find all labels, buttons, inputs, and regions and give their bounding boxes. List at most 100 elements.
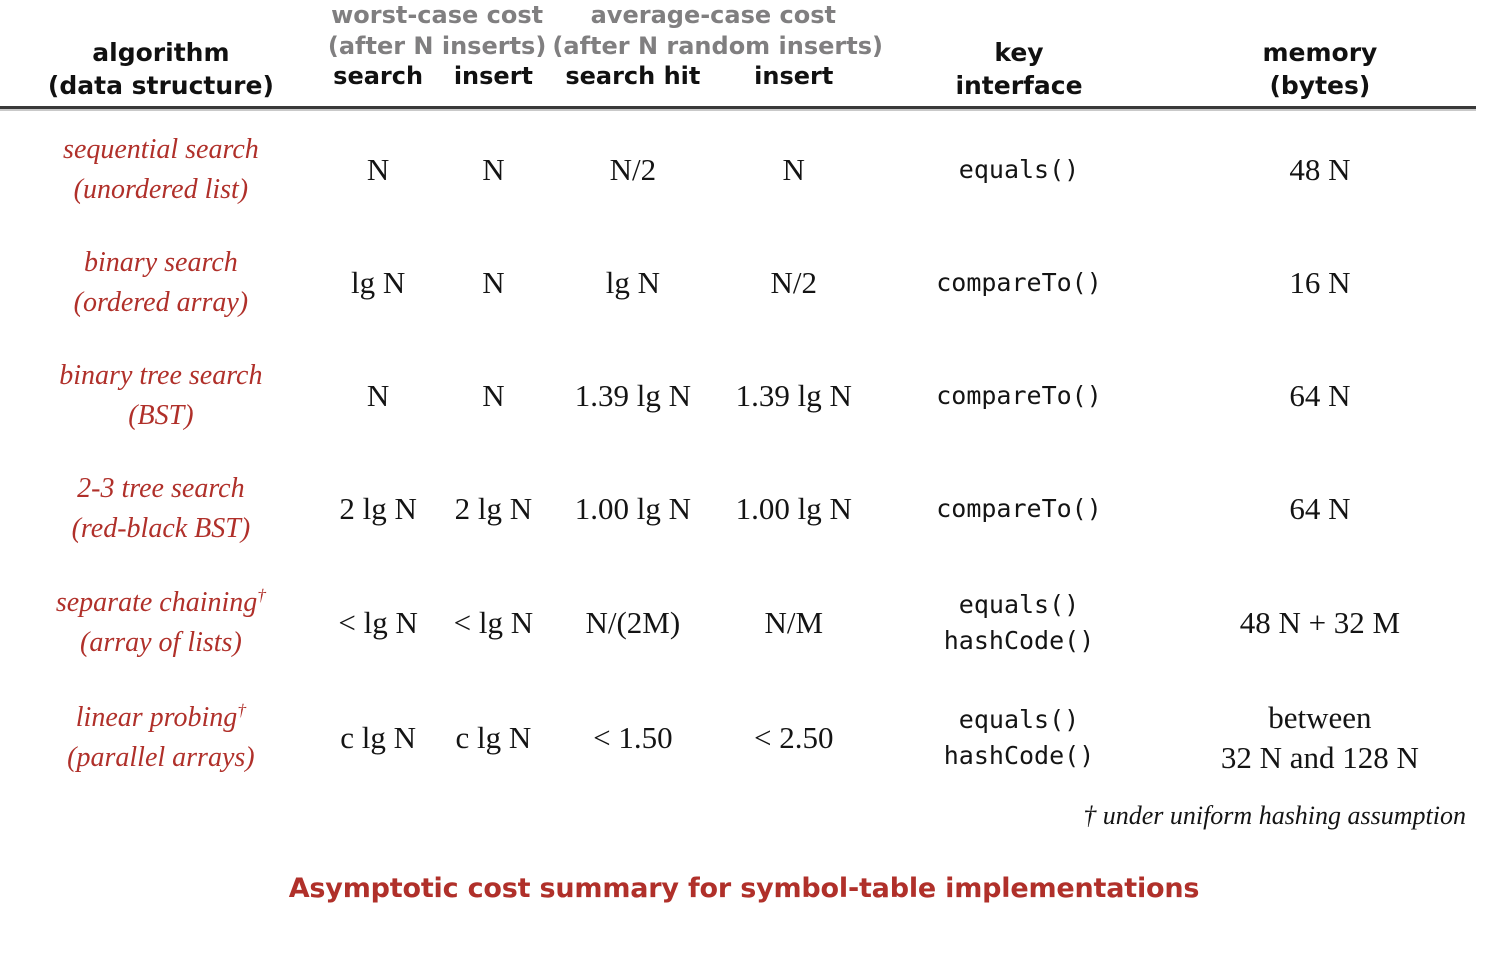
cell-avg-search-hit: < 1.50 [593, 719, 673, 755]
worst-case-title: worst-case cost [331, 1, 544, 29]
dagger-marker: † [257, 585, 266, 605]
header-rule-cell [0, 102, 1476, 113]
cell-memory: 64 N [1164, 339, 1476, 452]
cell-key-interface: compareTo() [874, 226, 1164, 339]
column-header-algorithm: algorithm (data structure) [0, 0, 322, 102]
subcolumn-worst-insert: insert [453, 62, 533, 91]
cell-worst-search: N [366, 377, 390, 413]
row-algorithm-name: binary tree search (BST) [0, 339, 322, 452]
cell-worst-search: N [366, 151, 390, 187]
cell-key-interface: compareTo() [874, 452, 1164, 565]
key-interface-method-1: equals() [958, 705, 1080, 735]
table-row: binary tree search (BST) N N 1.39 lg N 1… [0, 339, 1476, 452]
row-algorithm-name: 2-3 tree search (red-black BST) [0, 452, 322, 565]
column-header-algorithm-line2: (data structure) [47, 71, 274, 101]
cell-avg-insert: < 2.50 [754, 719, 834, 755]
algorithm-label: binary search [84, 247, 238, 279]
cell-memory: 16 N [1164, 226, 1476, 339]
cell-avg-search-hit: N/(2M) [585, 604, 681, 640]
footnote: † under uniform hashing assumption [1083, 801, 1466, 831]
algorithm-label: 2-3 tree search [77, 473, 245, 505]
subcolumn-worst-search: search [333, 62, 424, 91]
cell-worst-insert: N [482, 377, 505, 413]
cell-worst-search: c lg N [340, 719, 416, 755]
column-header-key-interface: key interface [874, 0, 1164, 102]
data-structure-label: (parallel arrays) [67, 741, 255, 773]
row-algorithm-name: sequential search (unordered list) [0, 113, 322, 226]
table-body: sequential search (unordered list) N N N… [0, 113, 1476, 795]
column-group-worst-case: worst-case cost (after N inserts) [322, 0, 553, 62]
worst-case-subtitle: (after N inserts) [327, 32, 547, 61]
cell-memory: 64 N [1164, 452, 1476, 565]
memory-value-1: 48 N [1289, 151, 1351, 187]
figure-caption: Asymptotic cost summary for symbol-table… [288, 873, 1200, 905]
memory-value-1: 48 N + 32 M [1239, 604, 1401, 640]
key-interface-method-1: compareTo() [936, 268, 1102, 298]
algorithm-label: binary tree search [59, 360, 263, 392]
algorithm-label: separate chaining [55, 587, 258, 619]
cell-avg-insert: N/2 [770, 264, 818, 300]
cell-worst-search: 2 lg N [339, 490, 417, 526]
table-row: sequential search (unordered list) N N N… [0, 113, 1476, 226]
key-interface-method-1: equals() [958, 590, 1080, 620]
asymptotic-cost-table: algorithm (data structure) worst-case co… [0, 0, 1476, 795]
column-header-algorithm-line1: algorithm [92, 38, 230, 68]
cell-avg-search-hit: 1.00 lg N [574, 490, 691, 526]
algorithm-label: linear probing [75, 702, 238, 734]
memory-value-2: 32 N and 128 N [1220, 739, 1419, 775]
algorithm-label: sequential search [63, 134, 259, 166]
key-interface-method-2: hashCode() [943, 625, 1095, 655]
column-header-memory: memory (bytes) [1164, 0, 1476, 102]
dagger-marker: † [237, 700, 246, 720]
cell-memory: between 32 N and 128 N [1164, 680, 1476, 795]
key-interface-method-1: compareTo() [936, 381, 1102, 411]
cell-key-interface: equals() hashCode() [874, 680, 1164, 795]
memory-line1: memory [1262, 38, 1378, 68]
header-divider [0, 106, 1476, 110]
key-interface-line2: interface [955, 70, 1083, 100]
row-algorithm-name: binary search (ordered array) [0, 226, 322, 339]
cell-worst-search: < lg N [338, 604, 418, 640]
column-group-average-case: average-case cost (after N random insert… [552, 0, 883, 62]
cell-key-interface: compareTo() [874, 339, 1164, 452]
average-case-subtitle: (after N random inserts) [552, 32, 883, 61]
subcolumn-avg-search-hit: search hit [565, 62, 701, 91]
cell-avg-insert: N/M [764, 604, 824, 640]
memory-line2: (bytes) [1269, 70, 1371, 100]
cell-worst-search: lg N [350, 264, 406, 300]
data-structure-label: (unordered list) [73, 173, 249, 205]
data-structure-label: (ordered array) [73, 286, 249, 318]
figure-root: algorithm (data structure) worst-case co… [0, 0, 1488, 962]
data-structure-label: (red-black BST) [71, 512, 251, 544]
cell-avg-search-hit: lg N [605, 264, 660, 300]
cell-worst-insert: < lg N [453, 604, 534, 640]
header-group-row: algorithm (data structure) worst-case co… [0, 0, 1476, 100]
row-algorithm-name: separate chaining† (array of lists) [0, 565, 322, 680]
table-row: linear probing† (parallel arrays) c lg N… [0, 680, 1476, 795]
cell-memory: 48 N [1164, 113, 1476, 226]
data-structure-label: (BST) [128, 399, 194, 431]
header-rule-row [0, 102, 1476, 113]
memory-value-1: 64 N [1289, 490, 1351, 526]
cell-avg-search-hit: N/2 [609, 151, 657, 187]
memory-value-1: 64 N [1289, 377, 1351, 413]
cell-avg-insert: N [782, 151, 805, 187]
table-row: separate chaining† (array of lists) < lg… [0, 565, 1476, 680]
table-row: 2-3 tree search (red-black BST) 2 lg N 2… [0, 452, 1476, 565]
cell-worst-insert: 2 lg N [454, 490, 533, 526]
key-interface-method-2: hashCode() [943, 740, 1095, 770]
subcolumn-avg-insert: insert [754, 62, 834, 91]
table-row: binary search (ordered array) lg N N lg … [0, 226, 1476, 339]
key-interface-line1: key [994, 38, 1044, 68]
cell-key-interface: equals() [874, 113, 1164, 226]
cell-worst-insert: c lg N [455, 719, 532, 755]
memory-value-1: between [1268, 699, 1372, 735]
key-interface-method-1: equals() [958, 155, 1080, 185]
data-structure-label: (array of lists) [80, 626, 242, 658]
cell-avg-search-hit: 1.39 lg N [574, 377, 691, 413]
cell-worst-insert: N [482, 264, 505, 300]
cell-avg-insert: 1.39 lg N [735, 377, 852, 413]
average-case-title: average-case cost [590, 1, 836, 29]
cell-key-interface: equals() hashCode() [874, 565, 1164, 680]
cell-memory: 48 N + 32 M [1164, 565, 1476, 680]
